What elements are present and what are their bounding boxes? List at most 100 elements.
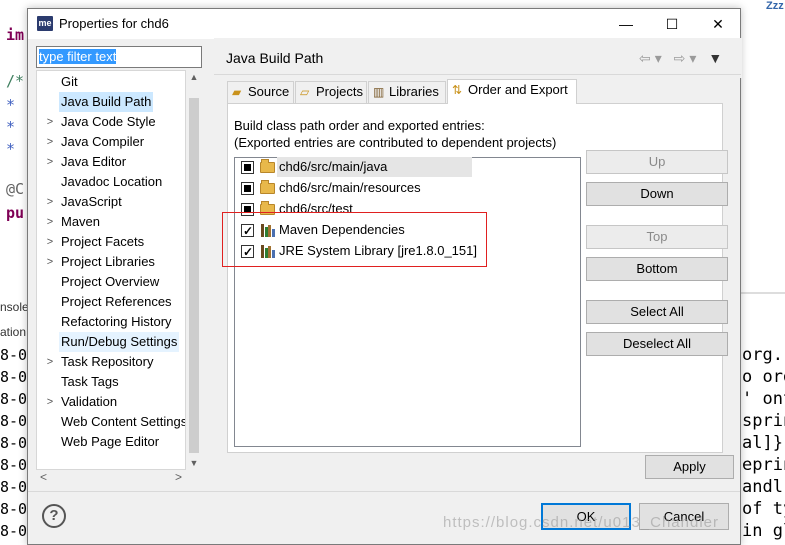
deselect-all-button[interactable]: Deselect All — [586, 332, 728, 356]
tree-item[interactable]: Refactoring History — [37, 312, 185, 332]
tree-item[interactable]: Web Page Editor — [37, 432, 185, 452]
tree-item[interactable]: Project References — [37, 292, 185, 312]
bg-code-line: im — [6, 26, 25, 44]
bg-code-line: andl — [742, 477, 783, 497]
history-nav[interactable]: ⇦▾ ⇨▾ ▼ — [639, 50, 726, 67]
bg-console-line: 8-0 — [0, 390, 28, 408]
forward-arrow-icon[interactable]: ⇨ — [674, 50, 690, 66]
scroll-down-arrow-icon[interactable]: ▼ — [186, 458, 202, 468]
tree-item[interactable]: > Maven — [37, 212, 185, 232]
tab-label: Projects — [316, 84, 363, 99]
tree-item-label: Project References — [61, 294, 172, 309]
expand-arrow-icon[interactable]: > — [45, 392, 55, 412]
page-header: Java Build Path ⇦▾ ⇨▾ ▼ — [214, 38, 742, 78]
classpath-entry-list[interactable]: chd6/src/main/java chd6/src/main/resource… — [234, 157, 581, 447]
tree-item[interactable]: > Project Facets — [37, 232, 185, 252]
bg-code-line: eprin — [742, 455, 785, 475]
bg-console-line: 8-0 — [0, 522, 28, 540]
expand-arrow-icon[interactable]: > — [45, 112, 55, 132]
down-button[interactable]: Down — [586, 182, 728, 206]
description-line-1: Build class path order and exported entr… — [234, 118, 485, 133]
close-button[interactable]: ✕ — [695, 9, 741, 39]
source-folder-icon — [260, 180, 275, 194]
expand-arrow-icon[interactable]: > — [45, 132, 55, 152]
top-button[interactable]: Top — [586, 225, 728, 249]
apply-button[interactable]: Apply — [645, 455, 734, 479]
tree-item[interactable]: Run/Debug Settings — [37, 332, 185, 352]
tree-item-label: Validation — [61, 394, 118, 409]
scroll-up-arrow-icon[interactable]: ▲ — [186, 72, 202, 82]
tab-source[interactable]: ▰ Source — [227, 81, 294, 103]
bg-code-line: of ty — [742, 499, 785, 519]
bg-console-line: 8-0 — [0, 412, 28, 430]
property-tree[interactable]: Git Java Build Path > Java Code Style > Java … — [36, 70, 186, 470]
tree-item[interactable]: Web Content Settings — [37, 412, 185, 432]
expand-arrow-icon[interactable]: > — [45, 212, 55, 232]
bg-console-tab: ation — [0, 325, 27, 339]
eclipse-app-icon: me — [37, 16, 53, 31]
export-checkbox[interactable] — [241, 182, 254, 195]
tree-item[interactable]: > JavaScript — [37, 192, 185, 212]
forward-dropdown-icon[interactable]: ▾ — [689, 50, 700, 66]
tree-item-label: Task Tags — [61, 374, 119, 389]
tree-item[interactable]: Java Build Path — [37, 92, 185, 112]
tree-item[interactable]: > Project Libraries — [37, 252, 185, 272]
expand-arrow-icon[interactable]: > — [45, 352, 55, 372]
footer-separator — [28, 491, 740, 492]
tree-item-label: Refactoring History — [61, 314, 172, 329]
tree-vertical-scrollbar[interactable]: ▲ ▼ — [186, 70, 202, 470]
tree-item[interactable]: Project Overview — [37, 272, 185, 292]
bg-code-line: /* — [6, 72, 25, 90]
expand-arrow-icon[interactable]: > — [45, 232, 55, 252]
tab-label: Libraries — [389, 84, 439, 99]
back-dropdown-icon[interactable]: ▾ — [655, 50, 666, 66]
bg-console-tab: nsole — [0, 300, 29, 314]
bg-code-line: * — [6, 118, 16, 136]
scroll-left-arrow-icon[interactable]: < — [40, 470, 47, 484]
minimize-button[interactable]: — — [603, 9, 649, 39]
tree-item-label: Run/Debug Settings — [59, 332, 180, 352]
header-separator — [214, 74, 741, 75]
tab-projects[interactable]: ▱ Projects — [295, 81, 367, 103]
highlight-annotation — [222, 212, 487, 267]
tree-item[interactable]: > Java Code Style — [37, 112, 185, 132]
tree-item-label: Java Compiler — [61, 134, 145, 149]
bottom-button[interactable]: Bottom — [586, 257, 728, 281]
bg-code-line: org. — [742, 345, 783, 365]
tree-item-label: Project Libraries — [61, 254, 155, 269]
tree-item[interactable]: Task Tags — [37, 372, 185, 392]
bg-console-line: 8-0 — [0, 368, 28, 386]
filter-input[interactable]: type filter text — [36, 46, 202, 68]
up-button[interactable]: Up — [586, 150, 728, 174]
dialog-title: Properties for chd6 — [59, 16, 169, 31]
scroll-thumb[interactable] — [189, 98, 199, 453]
view-menu-icon[interactable]: ▼ — [708, 50, 726, 66]
bg-code-line: * — [6, 96, 16, 114]
tree-item-label: Java Code Style — [61, 114, 156, 129]
tree-item[interactable]: Javadoc Location — [37, 172, 185, 192]
tree-item[interactable]: > Validation — [37, 392, 185, 412]
bg-code-line: in gl — [742, 521, 785, 541]
tree-horizontal-scrollbar[interactable]: < > — [36, 470, 186, 486]
help-icon[interactable]: ? — [42, 504, 66, 528]
export-checkbox[interactable] — [241, 161, 254, 174]
tree-item[interactable]: > Java Compiler — [37, 132, 185, 152]
page-title: Java Build Path — [226, 50, 324, 66]
tab-order-and-export[interactable]: ⇅ Order and Export — [447, 79, 577, 104]
tree-item-label: Git — [61, 74, 78, 89]
expand-arrow-icon[interactable]: > — [45, 252, 55, 272]
select-all-button[interactable]: Select All — [586, 300, 728, 324]
expand-arrow-icon[interactable]: > — [45, 192, 55, 212]
tree-item[interactable]: Git — [37, 72, 185, 92]
maximize-button[interactable]: ☐ — [649, 9, 695, 39]
scroll-right-arrow-icon[interactable]: > — [175, 470, 182, 484]
bg-code-line: ' ont — [742, 389, 785, 409]
tree-item[interactable]: > Task Repository — [37, 352, 185, 372]
expand-arrow-icon[interactable]: > — [45, 152, 55, 172]
libraries-icon: ▥ — [373, 85, 385, 99]
back-arrow-icon[interactable]: ⇦ — [639, 50, 655, 66]
tree-item[interactable]: > Java Editor — [37, 152, 185, 172]
tab-libraries[interactable]: ▥ Libraries — [368, 81, 446, 103]
title-bar[interactable]: me Properties for chd6 — ☐ ✕ — [28, 9, 740, 39]
tree-item-label: Java Editor — [61, 154, 127, 169]
